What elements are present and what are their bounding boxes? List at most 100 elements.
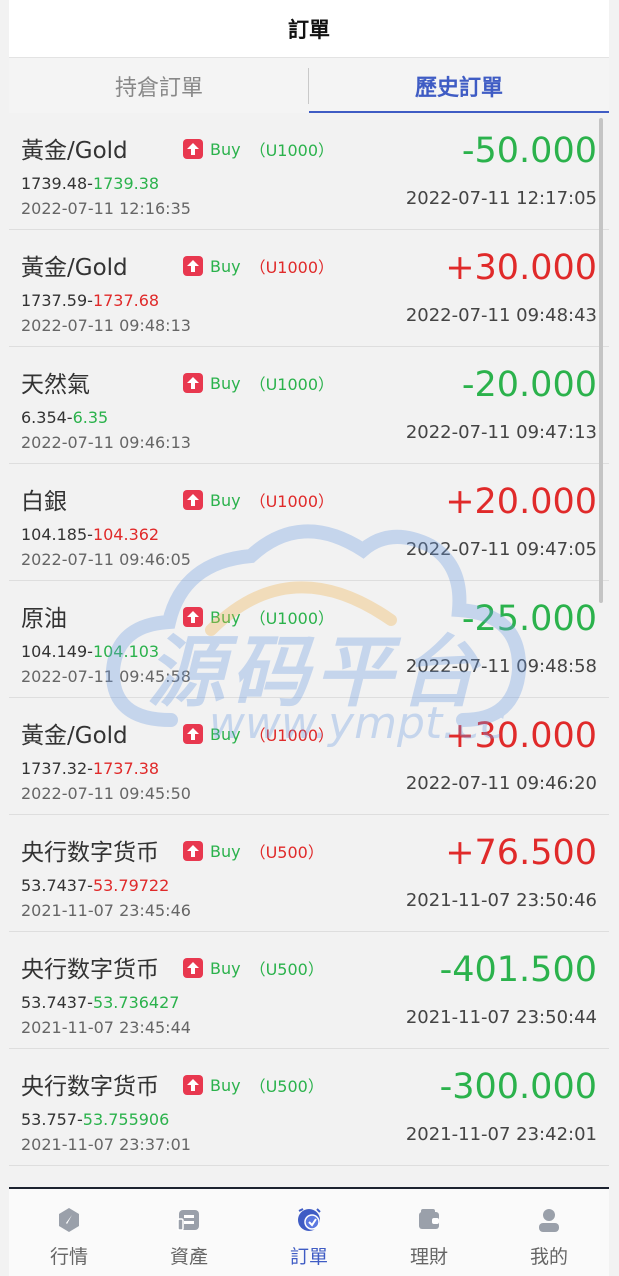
tabbar-item-1[interactable]: 行情 — [9, 1189, 129, 1276]
open-time: 2021-11-07 23:37:01 — [21, 1135, 191, 1154]
open-price: 1737.32- — [21, 759, 93, 778]
open-time: 2021-11-07 23:45:44 — [21, 1018, 191, 1037]
instrument-name: 央行数字货币 — [21, 957, 159, 983]
order-direction: Buy — [210, 373, 241, 393]
tab-open-orders[interactable]: 持倉訂單 — [9, 58, 309, 113]
order-lot: （U500） — [249, 843, 324, 862]
bottom-tabbar: 行情 資產 訂單 理財 我的 — [9, 1187, 609, 1276]
order-badge: Buy （U500） — [183, 1073, 324, 1097]
order-badge: Buy （U500） — [183, 956, 324, 980]
purse-icon — [414, 1205, 444, 1235]
order-lot: （U500） — [249, 960, 324, 979]
instrument-name: 白銀 — [21, 489, 67, 515]
profit-loss: -300.000 — [439, 1067, 597, 1107]
order-row[interactable]: 央行数字货币 Buy （U500） 53.7437-53.736427 2021… — [9, 932, 609, 1049]
order-badge: Buy （U1000） — [183, 137, 334, 161]
order-row[interactable]: 原油 Buy （U1000） 104.149-104.103 2022-07-1… — [9, 581, 609, 698]
up-arrow-icon — [183, 607, 203, 627]
up-arrow-icon — [183, 373, 203, 393]
open-price: 53.7437- — [21, 993, 93, 1012]
order-row[interactable]: 黃金/Gold Buy （U1000） 1739.48-1739.38 2022… — [9, 113, 609, 230]
price-range: 6.354-6.35 — [21, 408, 108, 427]
up-arrow-icon — [183, 724, 203, 744]
order-list: 黃金/Gold Buy （U1000） 1739.48-1739.38 2022… — [9, 113, 609, 1166]
open-time: 2022-07-11 09:46:13 — [21, 433, 191, 452]
close-price: 1737.38 — [92, 759, 160, 778]
order-row[interactable]: 天然氣 Buy （U1000） 6.354-6.35 2022-07-11 09… — [9, 347, 609, 464]
open-price: 1739.48- — [21, 174, 93, 193]
page-title: 訂單 — [288, 17, 330, 42]
order-lot: （U1000） — [249, 141, 335, 160]
order-direction: Buy — [210, 607, 241, 627]
close-price: 1739.38 — [92, 174, 160, 193]
instrument-name: 天然氣 — [21, 372, 90, 398]
order-lot: （U1000） — [249, 375, 335, 394]
open-time: 2022-07-11 09:45:50 — [21, 784, 191, 803]
profit-loss: +30.000 — [445, 248, 597, 288]
order-direction: Buy — [210, 490, 241, 510]
tabbar-label: 我的 — [529, 1246, 568, 1268]
price-range: 53.7437-53.736427 — [21, 993, 179, 1012]
tabbar-item-3[interactable]: 訂單 — [249, 1189, 369, 1276]
open-price: 1737.59- — [21, 291, 93, 310]
close-time: 2021-11-07 23:42:01 — [405, 1124, 597, 1145]
open-time: 2022-07-11 09:46:05 — [21, 550, 191, 569]
order-direction: Buy — [210, 139, 241, 159]
order-lot: （U1000） — [249, 726, 335, 745]
open-price: 104.149- — [21, 642, 93, 661]
order-badge: Buy （U1000） — [183, 254, 334, 278]
tab-label: 歷史訂單 — [414, 75, 503, 101]
price-range: 53.7437-53.79722 — [21, 876, 169, 895]
up-arrow-icon — [183, 490, 203, 510]
open-time: 2021-11-07 23:45:46 — [21, 901, 191, 920]
order-lot: （U500） — [249, 1077, 324, 1096]
order-badge: Buy （U1000） — [183, 722, 334, 746]
order-row[interactable]: 央行数字货币 Buy （U500） 53.7437-53.79722 2021-… — [9, 815, 609, 932]
order-row[interactable]: 黃金/Gold Buy （U1000） 1737.32-1737.38 2022… — [9, 698, 609, 815]
order-row[interactable]: 央行数字货币 Buy （U500） 53.757-53.755906 2021-… — [9, 1049, 609, 1166]
instrument-name: 央行数字货币 — [21, 1074, 159, 1100]
order-tabs: 持倉訂單 歷史訂單 — [9, 58, 609, 114]
order-direction: Buy — [210, 256, 241, 276]
profit-loss: +76.500 — [445, 833, 597, 873]
order-badge: Buy （U1000） — [183, 371, 334, 395]
order-row[interactable]: 白銀 Buy （U1000） 104.185-104.362 2022-07-1… — [9, 464, 609, 581]
tabbar-item-4[interactable]: 理財 — [369, 1189, 489, 1276]
price-range: 1739.48-1739.38 — [21, 174, 159, 193]
open-price: 6.354- — [21, 408, 73, 427]
up-arrow-icon — [183, 841, 203, 861]
tabbar-label: 資產 — [169, 1246, 208, 1268]
order-lot: （U1000） — [249, 609, 335, 628]
tabbar-item-2[interactable]: 資產 — [129, 1189, 249, 1276]
close-time: 2022-07-11 09:48:43 — [405, 305, 597, 326]
price-range: 1737.32-1737.38 — [21, 759, 159, 778]
compass-icon — [54, 1205, 84, 1235]
order-lot: （U1000） — [249, 258, 335, 277]
order-badge: Buy （U500） — [183, 839, 324, 863]
close-time: 2022-07-11 09:48:58 — [405, 656, 597, 677]
close-time: 2022-07-11 09:47:13 — [405, 422, 597, 443]
instrument-name: 黃金/Gold — [21, 255, 128, 281]
open-price: 53.7437- — [21, 876, 93, 895]
up-arrow-icon — [183, 139, 203, 159]
close-time: 2022-07-11 12:17:05 — [405, 188, 597, 209]
app-frame: 訂單 持倉訂單 歷史訂單 黃金/Gold Buy （U1000） 1739.48… — [9, 0, 609, 1276]
tabbar-label: 理財 — [409, 1246, 448, 1268]
order-badge: Buy （U1000） — [183, 488, 334, 512]
tabbar-label: 訂單 — [289, 1246, 328, 1268]
close-price: 104.362 — [92, 525, 160, 544]
close-price: 53.79722 — [92, 876, 170, 895]
price-range: 1737.59-1737.68 — [21, 291, 159, 310]
order-row[interactable]: 黃金/Gold Buy （U1000） 1737.59-1737.68 2022… — [9, 230, 609, 347]
close-time: 2021-11-07 23:50:46 — [405, 890, 597, 911]
up-arrow-icon — [183, 958, 203, 978]
order-lot: （U1000） — [249, 492, 335, 511]
scrollbar[interactable] — [599, 118, 603, 603]
instrument-name: 央行数字货币 — [21, 840, 159, 866]
close-price: 104.103 — [92, 642, 160, 661]
close-price: 53.755906 — [82, 1110, 170, 1129]
tabbar-item-5[interactable]: 我的 — [489, 1189, 609, 1276]
tab-history-orders[interactable]: 歷史訂單 — [309, 58, 609, 114]
close-time: 2021-11-07 23:50:44 — [405, 1007, 597, 1028]
up-arrow-icon — [183, 256, 203, 276]
